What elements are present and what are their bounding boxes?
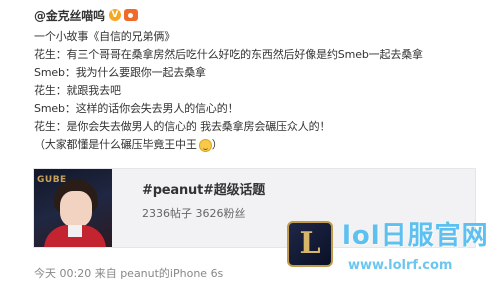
watermark-title: lol日服官网: [342, 221, 489, 251]
laugh-cry-emoji-icon: [198, 138, 212, 152]
post-text: 一个小故事《自信的兄弟俩》 花生：有三个哥哥在桑拿房然后吃什么好吃的东西然后好像…: [34, 28, 494, 154]
topic-thumbnail[interactable]: GUBE: [34, 169, 112, 247]
post-header: @金克丝喵呜 V: [34, 6, 138, 24]
username[interactable]: @金克丝喵呜: [34, 7, 105, 24]
post-line-close: ）: [211, 138, 223, 151]
verified-badge-icon[interactable]: V: [108, 9, 121, 21]
post-line: 一个小故事《自信的兄弟俩》: [34, 30, 176, 43]
topic-stats: 2336帖子 3626粉丝: [142, 207, 246, 220]
post-line-text: （大家都懂是什么碾压毕竟王中王: [34, 138, 197, 151]
post-line: 花生：就跟我去吧: [34, 84, 121, 97]
watermark-url: www.lolrf.com: [348, 258, 453, 273]
watermark-logo-icon: L: [287, 221, 333, 267]
thumbnail-face: [60, 191, 92, 227]
post-line: 花生：是你会失去做男人的信心的 我去桑拿房会碾压众人的！: [34, 120, 331, 133]
post-line: Smeb：这样的话你会失去男人的信心的！: [34, 102, 239, 115]
post-meta: 今天 00:20 来自 peanut的iPhone 6s: [34, 267, 224, 280]
post-line-last: （大家都懂是什么碾压毕竟王中王 ）: [34, 136, 494, 154]
post-line: 花生：有三个哥哥在桑拿房然后吃什么好吃的东西然后好像是约Smeb一起去桑拿: [34, 48, 423, 61]
topic-title[interactable]: #peanut#超级话题: [142, 179, 265, 198]
member-crown-icon[interactable]: [123, 9, 138, 21]
watermark-logo-letter: L: [299, 226, 321, 261]
thumbnail-collar: [68, 225, 82, 237]
post-line: Smeb：我为什么要跟你一起去桑拿: [34, 66, 206, 79]
